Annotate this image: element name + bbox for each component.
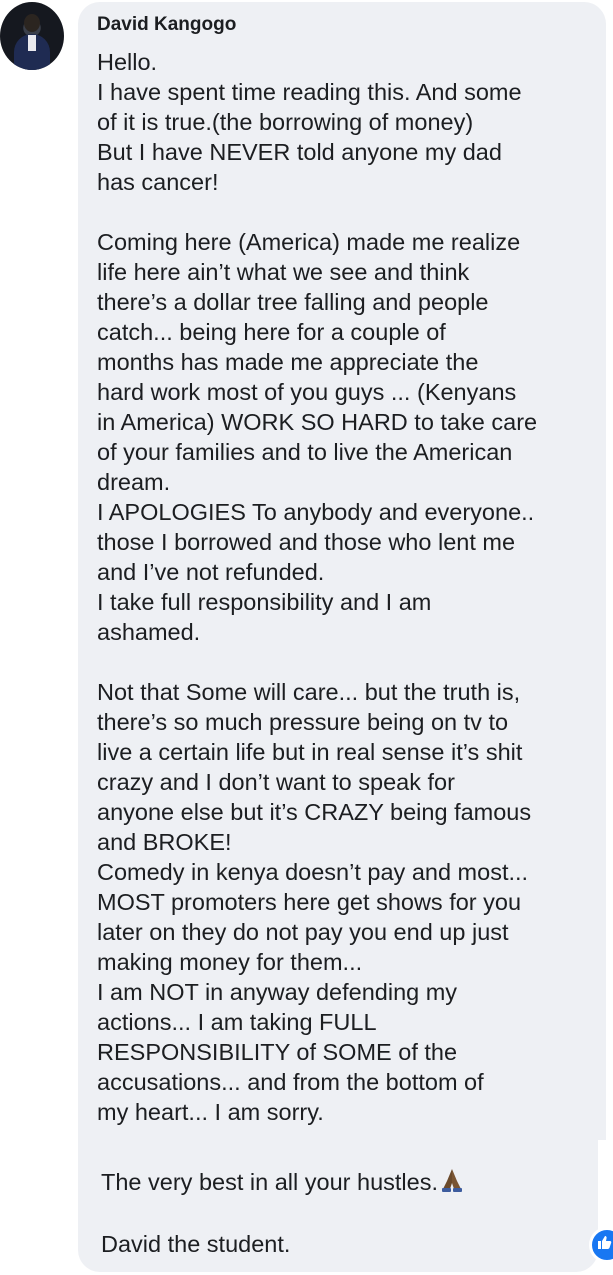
comment-line: ashamed. — [97, 619, 201, 645]
comment-line: MOST promoters here get shows for you — [97, 889, 522, 915]
comment-line: hard work most of you guys ... (Kenyans — [97, 379, 517, 405]
comment-line: those I borrowed and those who lent me — [97, 529, 516, 555]
comment-line: catch... being here for a couple of — [97, 319, 446, 345]
comment-line: in America) WORK SO HARD to take care — [97, 409, 538, 435]
comment-closing: The very best in all your hustles. — [101, 1167, 464, 1200]
avatar-shirt-shape — [28, 35, 36, 51]
closing-text: The very best in all your hustles. — [101, 1169, 438, 1195]
comment-line: there’s so much pressure being on tv to — [97, 709, 509, 735]
comment-line: and BROKE! — [97, 829, 232, 855]
comment-line: actions... I am taking FULL — [97, 1009, 377, 1035]
comment-line: later on they do not pay you end up just — [97, 919, 509, 945]
comment-signature: David the student. — [101, 1231, 291, 1257]
comment-line: Hello. — [97, 49, 158, 75]
comment-line: Not that Some will care... but the truth… — [97, 679, 521, 705]
avatar[interactable] — [0, 2, 64, 70]
comment-line: dream. — [97, 469, 171, 495]
comment-line: my heart... I am sorry. — [97, 1099, 324, 1125]
praying-hands-icon — [440, 1167, 464, 1200]
comment-line: I have spent time reading this. And some — [97, 79, 522, 105]
comment-line: I am NOT in anyway defending my — [97, 979, 458, 1005]
comment-line: of it is true.(the borrowing of money) — [97, 109, 474, 135]
comment-author[interactable]: David Kangogo — [97, 14, 236, 36]
comment-line: live a certain life but in real sense it… — [97, 739, 523, 765]
comment-line: anyone else but it’s CRAZY being famous — [97, 799, 532, 825]
comment-line: Comedy in kenya doesn’t pay and most... — [97, 859, 529, 885]
comment-line: months has made me appreciate the — [97, 349, 479, 375]
comment-text: Hello. I have spent time reading this. An… — [97, 47, 597, 1127]
comment-line: crazy and I don’t want to speak for — [97, 769, 455, 795]
comment-line: of your families and to live the America… — [97, 439, 513, 465]
comment-line: RESPONSIBILITY of SOME of the — [97, 1039, 458, 1065]
avatar-head-shape — [24, 14, 40, 32]
comment-line: I APOLOGIES To anybody and everyone.. — [97, 499, 535, 525]
comment-line: accusations... and from the bottom of — [97, 1069, 484, 1095]
comment-line: there’s a dollar tree falling and people — [97, 289, 489, 315]
like-icon — [598, 1236, 612, 1249]
comment-line: making money for them... — [97, 949, 363, 975]
comment-line: Coming here (America) made me realize — [97, 229, 521, 255]
comment-line: life here ain’t what we see and think — [97, 259, 470, 285]
comment-line: has cancer! — [97, 169, 219, 195]
comment-line: and I’ve not refunded. — [97, 559, 325, 585]
comment-line: But I have NEVER told anyone my dad — [97, 139, 502, 165]
comment-line: I take full responsibility and I am — [97, 589, 432, 615]
